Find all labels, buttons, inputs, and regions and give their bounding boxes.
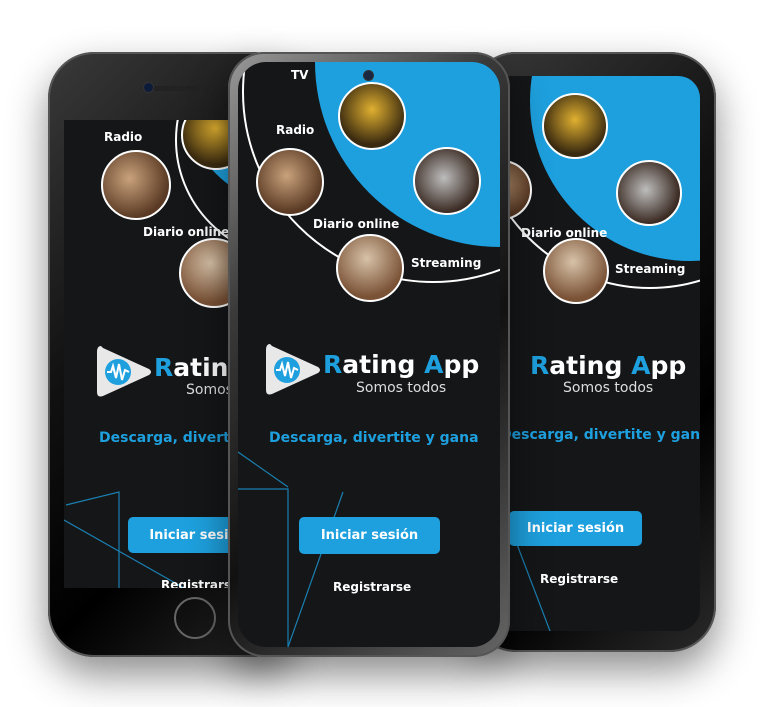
label-diario-right: Diario online	[521, 226, 608, 240]
brand-subtitle-right: Somos todos	[563, 380, 654, 396]
photo-radio	[256, 148, 324, 216]
label-diario: Diario online	[313, 217, 400, 231]
home-button[interactable]	[174, 597, 216, 639]
play-logo-icon	[97, 346, 151, 397]
phone-center: TV Radio Diario online Streaming Rating …	[228, 52, 510, 657]
photo-tv	[338, 82, 406, 150]
brand-title-right: Rating App	[530, 351, 687, 380]
photo-diario	[336, 234, 404, 302]
label-streaming: Streaming	[411, 256, 482, 270]
brand-title: Rating App	[323, 350, 480, 379]
photo-diario-right	[543, 238, 609, 304]
login-button[interactable]: Iniciar sesión	[299, 517, 440, 554]
register-link[interactable]: Registrarse	[333, 580, 411, 594]
label-radio: Radio	[276, 123, 315, 137]
label-radio: Radio	[104, 130, 143, 144]
label-tv: TV	[291, 68, 309, 82]
label-streaming-right: Streaming	[615, 262, 686, 276]
photo-radio	[101, 150, 171, 220]
speaker-grille	[153, 86, 198, 91]
label-diario: Diario online	[143, 225, 230, 239]
front-camera	[143, 82, 154, 93]
play-logo-icon	[266, 344, 320, 395]
screen-right: Diario online Streaming Rating App Somos…	[490, 76, 700, 631]
photo-mic-right	[616, 160, 682, 226]
login-button-right[interactable]: Iniciar sesión	[509, 511, 642, 546]
photo-streaming-mic	[413, 147, 481, 215]
tagline-right: Descarga, divertite y gana	[500, 427, 700, 443]
photo-tv-right	[542, 93, 608, 159]
register-link-right[interactable]: Registrarse	[540, 572, 618, 586]
screen-center: TV Radio Diario online Streaming Rating …	[238, 62, 500, 647]
brand-subtitle: Somos todos	[356, 380, 447, 396]
tagline: Descarga, divertite y gana	[269, 430, 479, 446]
punch-hole-camera	[363, 70, 374, 81]
